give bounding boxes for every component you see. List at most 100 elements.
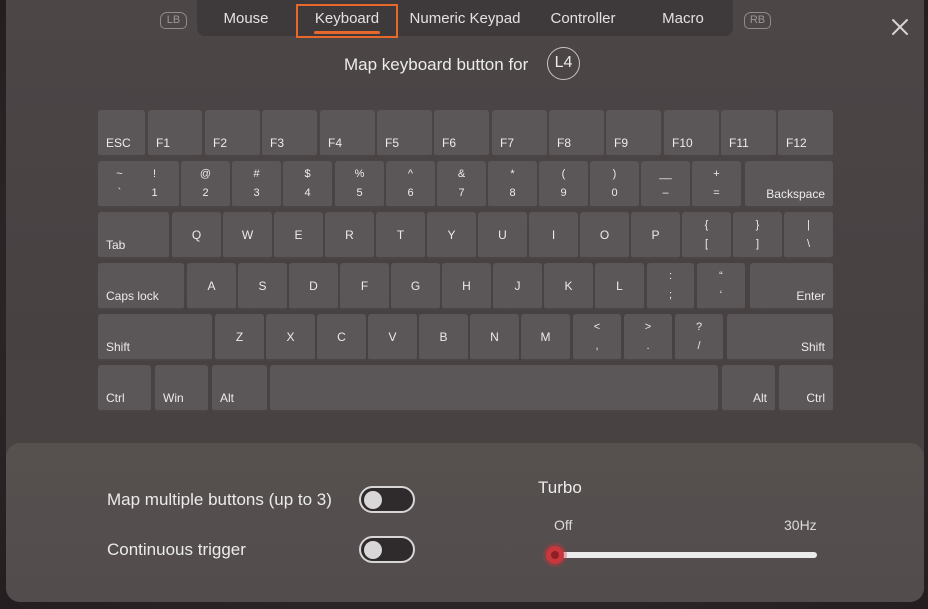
key-enter[interactable]: Enter [750,263,833,310]
key-rbracket[interactable]: }] [733,212,782,259]
key-label: F11 [729,136,749,150]
key-period[interactable]: >. [624,314,672,361]
key-backspace[interactable]: Backspace [745,161,833,208]
key-s[interactable]: S [238,263,287,310]
key-f2[interactable]: F2 [205,110,260,157]
key-rshift[interactable]: Shift [727,314,833,361]
key-lbracket[interactable]: {[ [682,212,731,259]
key-3[interactable]: #3 [232,161,281,208]
key-f1[interactable]: F1 [148,110,202,157]
key-f4[interactable]: F4 [320,110,375,157]
key-label: Shift [106,340,131,354]
key-f11[interactable]: F11 [721,110,776,157]
key-esc[interactable]: ESC [98,110,145,157]
tab-numeric-keypad[interactable]: Numeric Keypad [404,4,526,36]
key-k[interactable]: K [544,263,593,310]
key-m[interactable]: M [521,314,570,361]
key-label: X [286,329,295,344]
continuous-trigger-toggle[interactable] [359,536,415,563]
key-2[interactable]: @2 [181,161,230,208]
key-d[interactable]: D [289,263,338,310]
tab-controller[interactable]: Controller [542,4,624,36]
key-9[interactable]: (9 [539,161,588,208]
key-f10[interactable]: F10 [664,110,719,157]
key-slash[interactable]: ? / [675,314,723,361]
key-label: Alt [220,391,235,405]
key-c[interactable]: C [317,314,366,361]
key-lctrl[interactable]: Ctrl [98,365,151,412]
key-g[interactable]: G [391,263,440,310]
key-4[interactable]: $4 [283,161,332,208]
key-semicolon[interactable]: :; [647,263,694,310]
key-f8[interactable]: F8 [549,110,604,157]
key-t[interactable]: T [376,212,425,259]
key-l[interactable]: L [595,263,644,310]
key-space[interactable] [270,365,718,412]
key-u[interactable]: U [478,212,527,259]
key-label: U [498,227,507,242]
key-1[interactable]: ! 1 [130,161,179,208]
key-5[interactable]: % 5 [335,161,384,208]
key-h[interactable]: H [442,263,491,310]
key-tab[interactable]: Tab [98,212,169,259]
key-win[interactable]: Win [155,365,208,412]
tab-macro[interactable]: Macro [652,4,714,36]
key-z[interactable]: Z [215,314,264,361]
key-backslash[interactable]: | \ [784,212,833,259]
key-x[interactable]: X [266,314,315,361]
key-label: F12 [786,136,807,150]
lb-bumper-icon[interactable]: LB [160,12,187,29]
key-capslock[interactable]: Caps lock [98,263,184,310]
slider-thumb[interactable] [546,546,564,564]
key-f9[interactable]: F9 [606,110,661,157]
key-n[interactable]: N [470,314,519,361]
map-multiple-toggle[interactable] [359,486,415,513]
key-q[interactable]: Q [172,212,221,259]
key-minus[interactable]: __ – [641,161,690,208]
key-f6[interactable]: F6 [434,110,489,157]
key-r[interactable]: R [325,212,374,259]
key-rctrl[interactable]: Ctrl [779,365,833,412]
key-lshift[interactable]: Shift [98,314,212,361]
key-f12[interactable]: F12 [778,110,833,157]
key-base-symbol: 6 [407,187,414,199]
key-f5[interactable]: F5 [377,110,432,157]
key-lalt[interactable]: Alt [212,365,267,412]
key-o[interactable]: O [580,212,629,259]
key-shift-symbol: > [644,321,652,333]
key-ralt[interactable]: Alt [722,365,775,412]
key-7[interactable]: & 7 [437,161,486,208]
key-a[interactable]: A [187,263,236,310]
key-f[interactable]: F [340,263,389,310]
key-p[interactable]: P [631,212,680,259]
key-quote[interactable]: “‘ [697,263,745,310]
key-label: C [337,329,346,344]
key-equals[interactable]: + = [692,161,741,208]
key-e[interactable]: E [274,212,323,259]
key-label: Ctrl [806,391,825,405]
key-v[interactable]: V [368,314,417,361]
key-0[interactable]: ) 0 [590,161,639,208]
close-icon[interactable] [890,17,910,37]
rb-bumper-icon[interactable]: RB [744,12,771,29]
slider-track [555,552,817,558]
key-label: M [540,329,551,344]
key-8[interactable]: * 8 [488,161,537,208]
key-w[interactable]: W [223,212,272,259]
key-j[interactable]: J [493,263,542,310]
key-i[interactable]: I [529,212,578,259]
key-f3[interactable]: F3 [262,110,317,157]
key-shift-symbol: ) [612,168,617,180]
key-b[interactable]: B [419,314,468,361]
key-label: T [396,227,405,242]
key-label: F4 [328,136,343,150]
key-f7[interactable]: F7 [492,110,547,157]
key-shift-symbol: | [807,219,810,231]
key-comma[interactable]: <, [573,314,621,361]
key-y[interactable]: Y [427,212,476,259]
turbo-slider[interactable] [546,543,817,567]
slider-thumb-dot [551,551,559,559]
tab-keyboard[interactable]: Keyboard [296,4,398,38]
tab-mouse[interactable]: Mouse [209,4,283,36]
key-6[interactable]: ^ 6 [386,161,435,208]
